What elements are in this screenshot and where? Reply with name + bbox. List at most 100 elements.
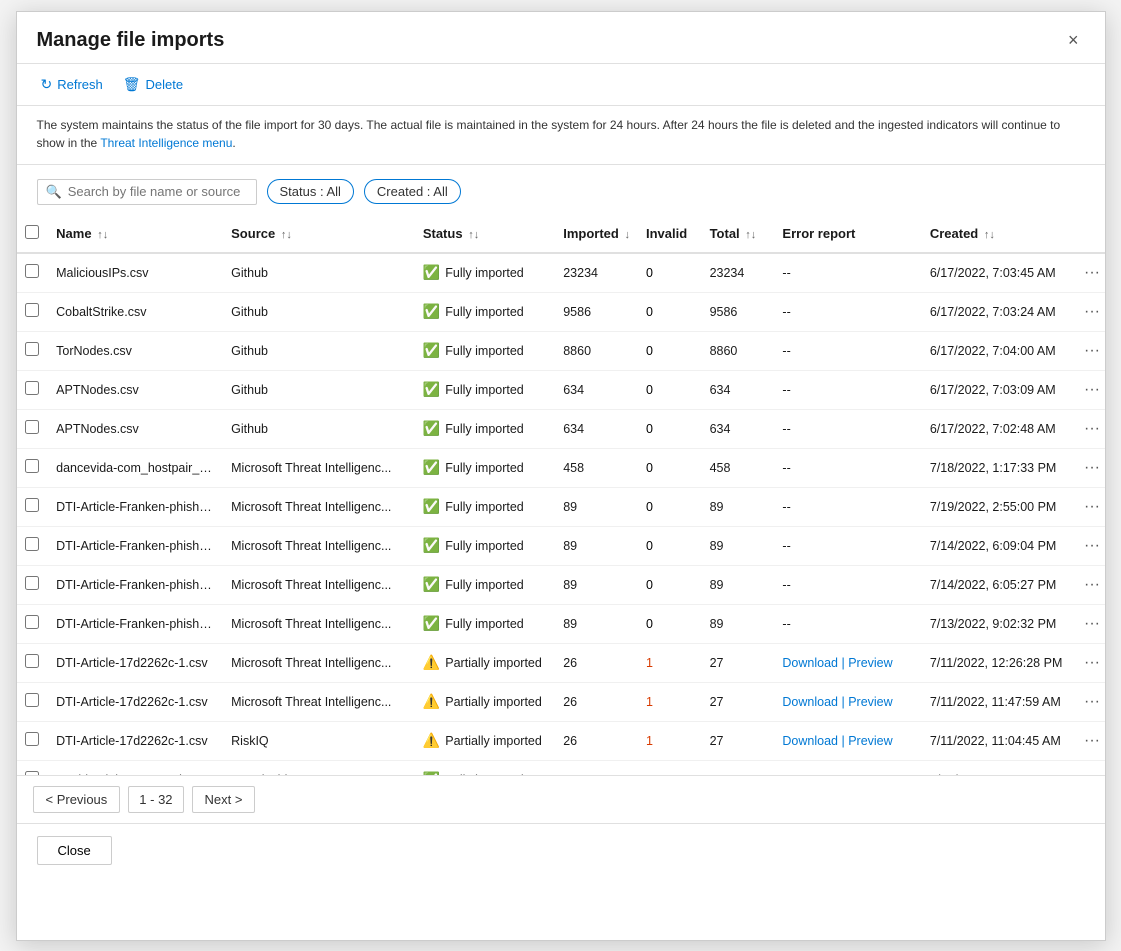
error-report-value: -- bbox=[782, 422, 790, 436]
row-menu-button[interactable]: ··· bbox=[1080, 691, 1104, 713]
error-report-value: -- bbox=[782, 344, 790, 358]
row-status: ⚠️Partially imported bbox=[415, 643, 555, 682]
row-menu-button[interactable]: ··· bbox=[1080, 301, 1104, 323]
status-full-icon: ✅ bbox=[423, 537, 440, 554]
row-checkbox[interactable] bbox=[25, 615, 39, 629]
row-menu-button[interactable]: ··· bbox=[1080, 262, 1104, 284]
error-report-link[interactable]: Download | Preview bbox=[782, 656, 892, 670]
status-header[interactable]: Status ↑↓ bbox=[415, 215, 555, 253]
manage-file-imports-dialog: Manage file imports × ↻ Refresh 🗑 Delete… bbox=[16, 11, 1106, 941]
row-checkbox[interactable] bbox=[25, 303, 39, 317]
error-report-value: -- bbox=[782, 578, 790, 592]
row-imported: 89 bbox=[555, 526, 638, 565]
created-filter[interactable]: Created : All bbox=[364, 179, 461, 204]
row-checkbox-cell bbox=[17, 253, 49, 293]
row-checkbox[interactable] bbox=[25, 576, 39, 590]
row-checkbox[interactable] bbox=[25, 498, 39, 512]
row-checkbox-cell bbox=[17, 526, 49, 565]
row-error-report: -- bbox=[774, 526, 921, 565]
row-menu-button[interactable]: ··· bbox=[1080, 535, 1104, 557]
row-menu-button[interactable]: ··· bbox=[1080, 457, 1104, 479]
source-header[interactable]: Source ↑↓ bbox=[223, 215, 415, 253]
row-imported: 89 bbox=[555, 604, 638, 643]
row-status: ✅Fully imported bbox=[415, 292, 555, 331]
row-menu-cell: ··· bbox=[1072, 682, 1105, 721]
row-checkbox[interactable] bbox=[25, 732, 39, 746]
row-source: security blog bbox=[223, 760, 415, 775]
row-total: 89 bbox=[702, 526, 775, 565]
row-checkbox[interactable] bbox=[25, 654, 39, 668]
row-menu-button[interactable]: ··· bbox=[1080, 418, 1104, 440]
row-checkbox[interactable] bbox=[25, 693, 39, 707]
select-all-checkbox[interactable] bbox=[25, 225, 39, 239]
next-button[interactable]: Next > bbox=[192, 786, 256, 813]
close-footer-button[interactable]: Close bbox=[37, 836, 112, 865]
row-invalid: 0 bbox=[638, 487, 702, 526]
name-header[interactable]: Name ↑↓ bbox=[48, 215, 223, 253]
row-status: ✅Fully imported bbox=[415, 370, 555, 409]
status-filter[interactable]: Status : All bbox=[267, 179, 354, 204]
row-menu-button[interactable]: ··· bbox=[1080, 613, 1104, 635]
status-full-icon: ✅ bbox=[423, 459, 440, 476]
filter-bar: 🔍 Status : All Created : All bbox=[17, 165, 1105, 215]
dialog-title: Manage file imports bbox=[37, 29, 225, 52]
threat-intelligence-link[interactable]: Threat Intelligence menu bbox=[100, 136, 232, 150]
refresh-button[interactable]: ↻ Refresh bbox=[33, 72, 111, 97]
row-created: 7/13/2022, 9:02:32 PM bbox=[922, 604, 1072, 643]
row-checkbox[interactable] bbox=[25, 342, 39, 356]
row-created: 6/17/2022, 7:04:00 AM bbox=[922, 331, 1072, 370]
previous-button[interactable]: < Previous bbox=[33, 786, 121, 813]
row-invalid: 0 bbox=[638, 604, 702, 643]
refresh-label: Refresh bbox=[57, 77, 103, 92]
row-invalid: 0 bbox=[638, 253, 702, 293]
row-invalid: 1 bbox=[638, 643, 702, 682]
row-checkbox[interactable] bbox=[25, 459, 39, 473]
row-status-text: Fully imported bbox=[445, 461, 524, 475]
row-status: ✅ Fully imported bbox=[415, 253, 555, 293]
row-source: RiskIQ bbox=[223, 721, 415, 760]
invalid-header[interactable]: Invalid bbox=[638, 215, 702, 253]
row-menu-button[interactable]: ··· bbox=[1080, 652, 1104, 674]
table-row: DTI-Article-17d2262c-1.csv Microsoft Thr… bbox=[17, 682, 1105, 721]
row-source: Github bbox=[223, 253, 415, 293]
delete-button[interactable]: 🗑 Delete bbox=[115, 72, 191, 97]
status-full-icon: ✅ bbox=[423, 420, 440, 437]
row-menu-button[interactable]: ··· bbox=[1080, 340, 1104, 362]
error-report-link[interactable]: Download | Preview bbox=[782, 695, 892, 709]
row-menu-button[interactable]: ··· bbox=[1080, 379, 1104, 401]
row-checkbox[interactable] bbox=[25, 537, 39, 551]
row-menu-button[interactable]: ··· bbox=[1080, 730, 1104, 752]
row-created: 6/17/2022, 7:02:48 AM bbox=[922, 409, 1072, 448]
dialog-footer: Close bbox=[17, 823, 1105, 877]
row-checkbox[interactable] bbox=[25, 420, 39, 434]
row-error-report: -- bbox=[774, 487, 921, 526]
row-error-report: -- bbox=[774, 604, 921, 643]
imported-header[interactable]: Imported ↓ bbox=[555, 215, 638, 253]
status-partial-icon: ⚠️ bbox=[423, 732, 440, 749]
row-checkbox-cell bbox=[17, 604, 49, 643]
created-header[interactable]: Created ↑↓ bbox=[922, 215, 1072, 253]
row-imported: 634 bbox=[555, 409, 638, 448]
row-menu-button[interactable]: ··· bbox=[1080, 496, 1104, 518]
row-status-text: Fully imported bbox=[445, 266, 524, 280]
row-status-text: Fully imported bbox=[445, 344, 524, 358]
row-created: 7/11/2022, 11:47:59 AM bbox=[922, 682, 1072, 721]
delete-icon: 🗑 bbox=[123, 76, 141, 93]
row-imported: 26 bbox=[555, 721, 638, 760]
error-report-link[interactable]: Download | Preview bbox=[782, 734, 892, 748]
row-error-report: -- bbox=[774, 292, 921, 331]
row-invalid: 0 bbox=[638, 370, 702, 409]
row-name: DTI-Article-Franken-phish.csv bbox=[48, 604, 223, 643]
row-checkbox[interactable] bbox=[25, 381, 39, 395]
status-full-icon: ✅ bbox=[423, 264, 440, 281]
total-header[interactable]: Total ↑↓ bbox=[702, 215, 775, 253]
row-menu-button[interactable]: ··· bbox=[1080, 574, 1104, 596]
search-input[interactable] bbox=[68, 184, 248, 199]
row-invalid: 0 bbox=[638, 565, 702, 604]
row-status-text: Fully imported bbox=[445, 539, 524, 553]
row-total: 27 bbox=[702, 721, 775, 760]
row-checkbox[interactable] bbox=[25, 264, 39, 278]
close-icon[interactable]: × bbox=[1062, 28, 1085, 53]
row-menu-cell: ··· bbox=[1072, 448, 1105, 487]
row-menu-cell: ··· bbox=[1072, 331, 1105, 370]
